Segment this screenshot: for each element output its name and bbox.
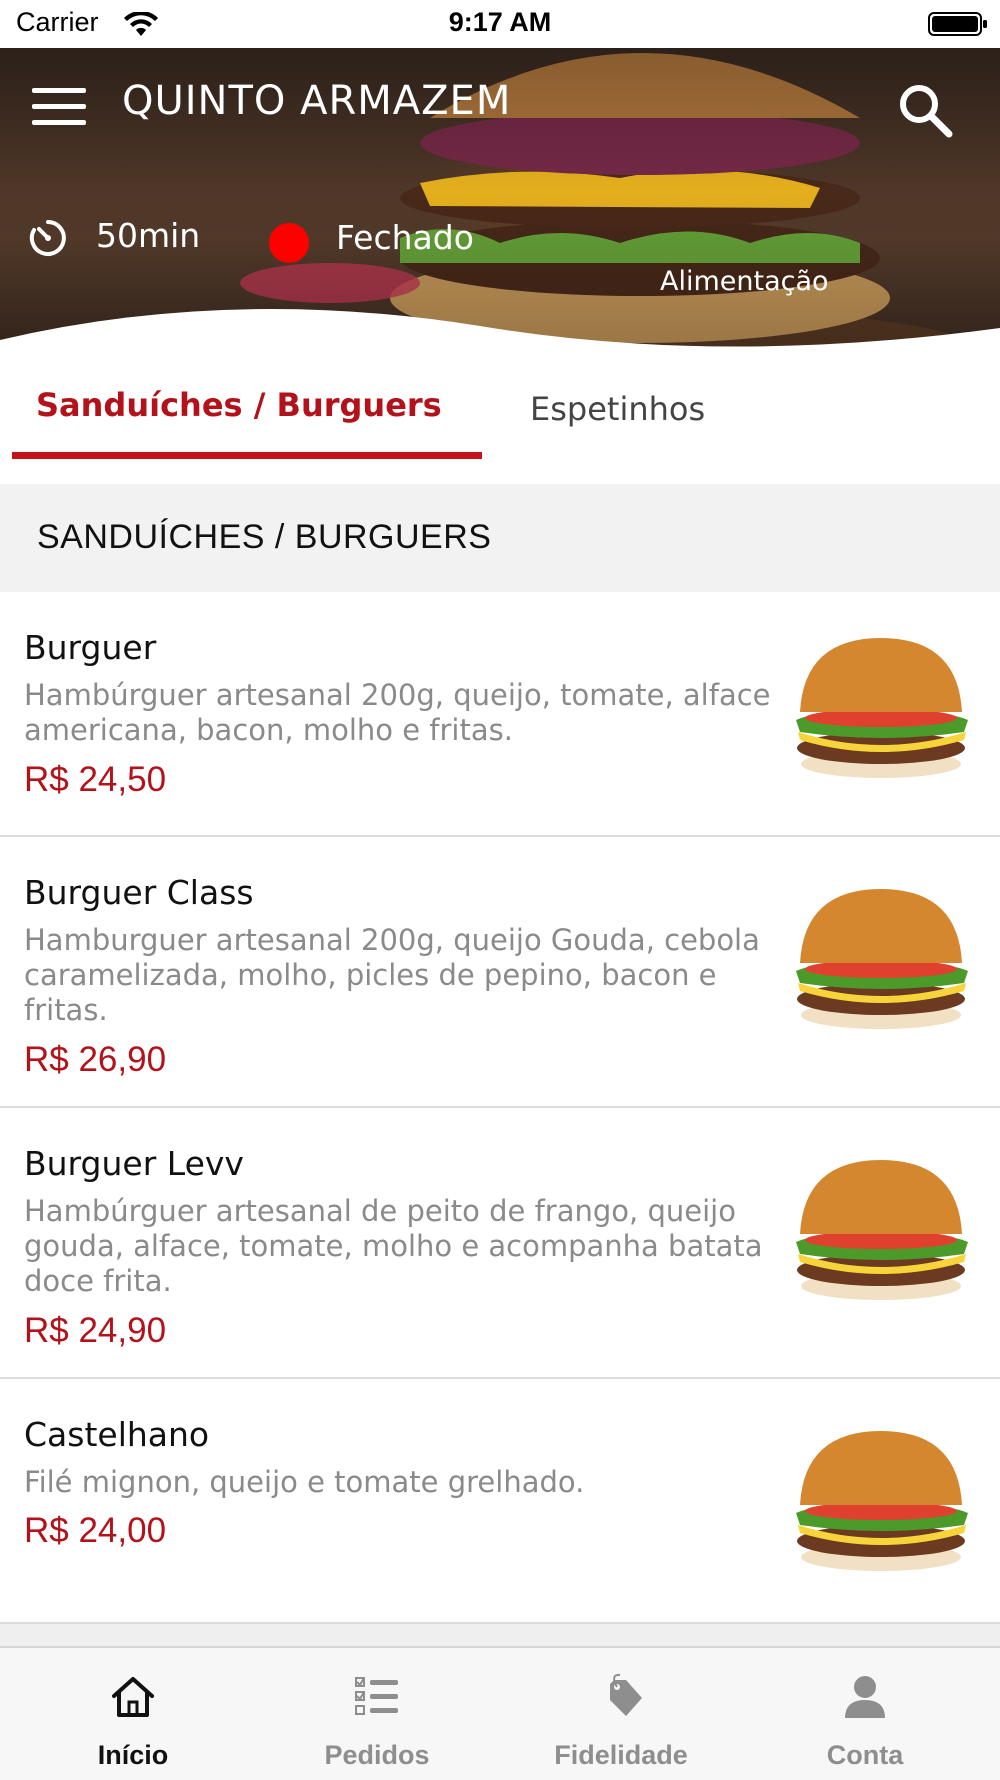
product-description: Hambúrguer artesanal de peito de frango,… bbox=[24, 1194, 763, 1298]
menu-icon-bar bbox=[32, 88, 86, 93]
product-name: Castelhano bbox=[24, 1415, 210, 1454]
clock: 9:17 AM bbox=[448, 7, 552, 37]
menu-icon-bar bbox=[32, 104, 86, 109]
active-tab-indicator bbox=[12, 452, 482, 459]
product-image bbox=[796, 1431, 968, 1571]
loyalty-tag-icon bbox=[610, 1673, 642, 1716]
product-price: R$ 24,50 bbox=[24, 760, 167, 799]
bottom-navigation: Início Pedidos Fidelidade Conta bbox=[0, 1646, 1000, 1780]
nav-label: Conta bbox=[826, 1740, 904, 1770]
product-price: R$ 26,90 bbox=[24, 1040, 167, 1079]
store-header: QUINTO ARMAZEM 50min Fechado Alimentação bbox=[0, 48, 1000, 366]
nav-fidelidade[interactable]: Fidelidade bbox=[496, 1648, 746, 1780]
product-price: R$ 24,90 bbox=[24, 1311, 167, 1350]
product-image bbox=[796, 1160, 968, 1300]
nav-conta[interactable]: Conta bbox=[740, 1648, 990, 1780]
nav-label: Início bbox=[97, 1740, 169, 1770]
product-name: Burguer bbox=[24, 628, 157, 667]
home-icon bbox=[112, 1677, 154, 1717]
product-description: Hambúrguer artesanal 200g, queijo, tomat… bbox=[24, 678, 771, 747]
product-name: Burguer Levv bbox=[24, 1144, 244, 1183]
nav-label: Pedidos bbox=[324, 1740, 430, 1770]
nav-label: Fidelidade bbox=[554, 1740, 688, 1770]
search-icon[interactable] bbox=[895, 80, 955, 140]
product-item[interactable]: Burguer Class Hamburguer artesanal 200g,… bbox=[0, 837, 1000, 1108]
delivery-time: 50min bbox=[96, 216, 201, 255]
battery-icon bbox=[928, 12, 987, 36]
product-name: Burguer Class bbox=[24, 873, 254, 912]
section-header: SANDUÍCHES / BURGUERS bbox=[0, 484, 1000, 592]
store-category: Alimentação bbox=[660, 266, 829, 297]
nav-pedidos[interactable]: Pedidos bbox=[252, 1648, 502, 1780]
product-item[interactable]: Burguer Levv Hambúrguer artesanal de pei… bbox=[0, 1108, 1000, 1379]
product-description: Filé mignon, queijo e tomate grelhado. bbox=[24, 1465, 585, 1499]
product-image bbox=[796, 889, 968, 1029]
category-tabs: Sanduíches / Burguers Espetinhos bbox=[0, 366, 1000, 484]
account-person-icon bbox=[845, 1676, 885, 1718]
status-bar: Carrier 9:17 AM bbox=[0, 0, 1000, 48]
product-description: Hamburguer artesanal 200g, queijo Gouda,… bbox=[24, 923, 760, 1027]
tab-sanduiches-burguers[interactable]: Sanduíches / Burguers bbox=[36, 386, 442, 424]
product-image bbox=[796, 638, 968, 778]
product-item[interactable]: Castelhano Filé mignon, queijo e tomate … bbox=[0, 1379, 1000, 1624]
store-title: QUINTO ARMAZEM bbox=[122, 78, 512, 124]
menu-icon-bar bbox=[32, 120, 86, 125]
list-end-spacer bbox=[0, 1624, 1000, 1646]
orders-list-icon bbox=[355, 1677, 398, 1715]
menu-button[interactable] bbox=[30, 48, 90, 168]
product-item[interactable]: Burguer Hambúrguer artesanal 200g, queij… bbox=[0, 592, 1000, 837]
store-status: Fechado bbox=[336, 218, 474, 257]
product-price: R$ 24,00 bbox=[24, 1511, 167, 1550]
section-title: SANDUÍCHES / BURGUERS bbox=[37, 518, 492, 556]
timer-icon bbox=[29, 220, 66, 256]
store-status-indicator bbox=[269, 223, 309, 263]
tab-espetinhos[interactable]: Espetinhos bbox=[530, 390, 705, 428]
nav-inicio[interactable]: Início bbox=[8, 1648, 258, 1780]
